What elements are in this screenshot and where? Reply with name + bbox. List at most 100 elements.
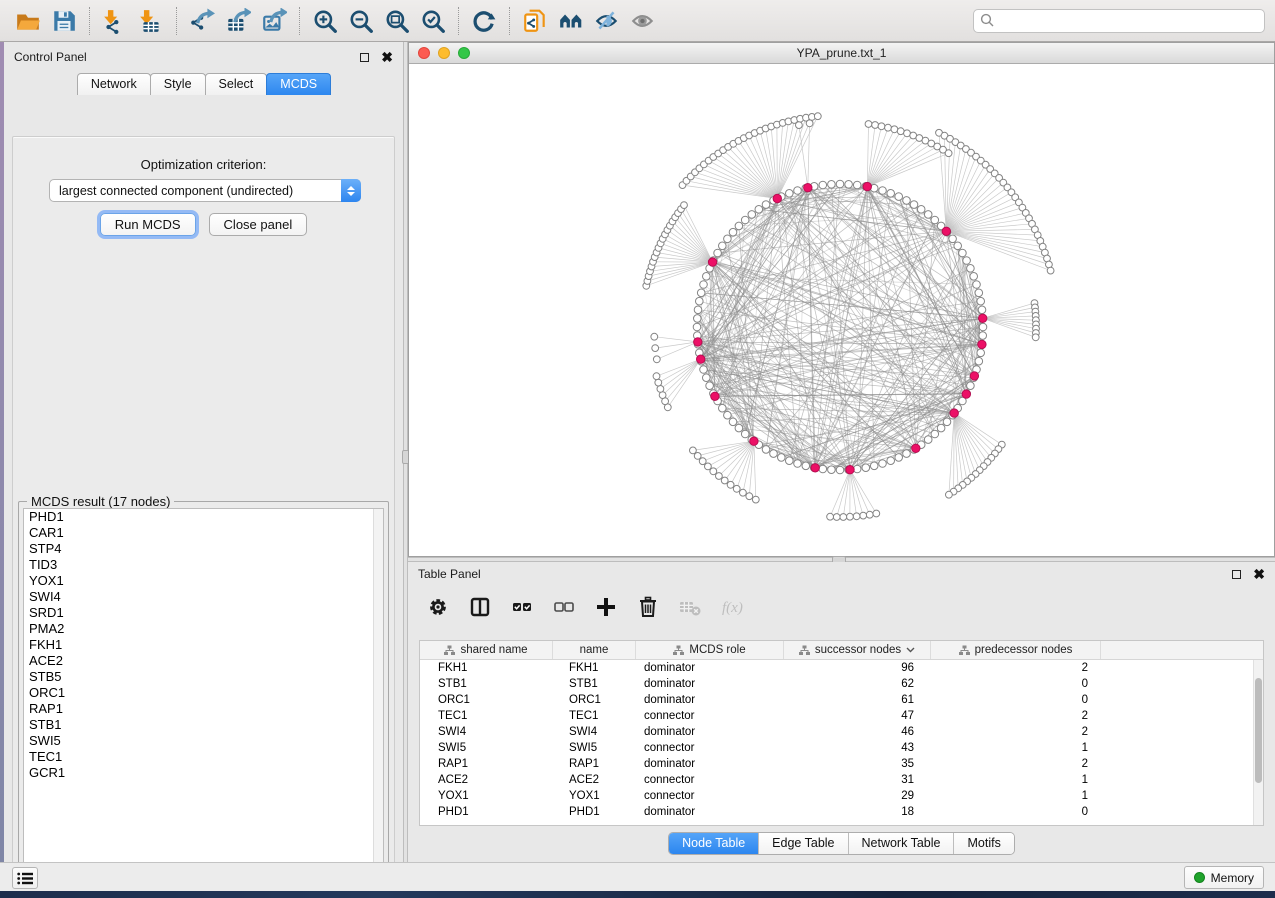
graph-dominator-node[interactable] bbox=[697, 355, 705, 363]
mcds-result-item[interactable]: STB1 bbox=[24, 717, 383, 733]
graph-dominator-node[interactable] bbox=[863, 182, 871, 190]
mcds-result-item[interactable]: STB5 bbox=[24, 669, 383, 685]
graph-node[interactable] bbox=[694, 306, 702, 314]
graph-node[interactable] bbox=[879, 187, 887, 195]
graph-node[interactable] bbox=[887, 190, 895, 198]
graph-node[interactable] bbox=[778, 454, 786, 462]
graph-node[interactable] bbox=[860, 512, 867, 519]
graph-dominator-node[interactable] bbox=[804, 184, 812, 192]
graph-node[interactable] bbox=[967, 265, 975, 273]
graph-node[interactable] bbox=[878, 123, 885, 130]
mcds-result-item[interactable]: SRD1 bbox=[24, 605, 383, 621]
table-row[interactable]: TEC1TEC1connector472 bbox=[420, 708, 1263, 724]
select-all-icon[interactable] bbox=[506, 592, 538, 622]
table-row[interactable]: PHD1PHD1dominator180 bbox=[420, 804, 1263, 820]
graph-node[interactable] bbox=[651, 333, 658, 340]
column-header-shared-name[interactable]: shared name bbox=[420, 641, 553, 659]
graph-node[interactable] bbox=[700, 366, 708, 374]
mcds-result-item[interactable]: GCR1 bbox=[24, 765, 383, 781]
column-header-successor-nodes[interactable]: successor nodes bbox=[784, 641, 931, 659]
graph-node[interactable] bbox=[724, 411, 732, 419]
tab-motifs[interactable]: Motifs bbox=[954, 833, 1013, 854]
graph-node[interactable] bbox=[755, 206, 763, 214]
graph-node[interactable] bbox=[931, 430, 939, 438]
table-row[interactable]: SWI5SWI5connector431 bbox=[420, 740, 1263, 756]
mcds-result-item[interactable]: TID3 bbox=[24, 557, 383, 573]
graph-node[interactable] bbox=[741, 216, 749, 224]
graph-dominator-node[interactable] bbox=[811, 464, 819, 472]
export-image-icon[interactable] bbox=[256, 4, 292, 38]
graph-node[interactable] bbox=[872, 122, 879, 129]
zoom-fit-icon[interactable] bbox=[379, 4, 415, 38]
graph-node[interactable] bbox=[752, 496, 759, 503]
graph-node[interactable] bbox=[924, 211, 932, 219]
graph-node[interactable] bbox=[703, 273, 711, 281]
graph-node[interactable] bbox=[887, 457, 895, 465]
mcds-result-item[interactable]: YOX1 bbox=[24, 573, 383, 589]
graph-node[interactable] bbox=[836, 180, 844, 188]
import-network-icon[interactable] bbox=[97, 4, 133, 38]
graph-node[interactable] bbox=[917, 206, 925, 214]
graph-dominator-node[interactable] bbox=[750, 437, 758, 445]
graph-node[interactable] bbox=[796, 122, 803, 129]
graph-node[interactable] bbox=[978, 306, 986, 314]
graph-node[interactable] bbox=[967, 382, 975, 390]
graph-dominator-node[interactable] bbox=[912, 444, 920, 452]
graph-node[interactable] bbox=[729, 228, 737, 236]
graph-node[interactable] bbox=[819, 181, 827, 189]
show-all-icon[interactable] bbox=[625, 4, 661, 38]
graph-node[interactable] bbox=[853, 181, 861, 189]
graph-node[interactable] bbox=[973, 281, 981, 289]
graph-node[interactable] bbox=[770, 450, 778, 458]
table-close-panel-icon[interactable]: ✖ bbox=[1253, 570, 1265, 579]
graph-node[interactable] bbox=[729, 418, 737, 426]
graph-node[interactable] bbox=[724, 235, 732, 243]
deselect-all-icon[interactable] bbox=[548, 592, 580, 622]
graph-node[interactable] bbox=[853, 513, 860, 520]
graph-dominator-node[interactable] bbox=[950, 409, 958, 417]
mcds-result-item[interactable]: ORC1 bbox=[24, 685, 383, 701]
graph-node[interactable] bbox=[943, 418, 951, 426]
float-window-icon[interactable] bbox=[360, 53, 369, 62]
mcds-result-item[interactable]: SWI5 bbox=[24, 733, 383, 749]
graph-node[interactable] bbox=[706, 382, 714, 390]
graph-node[interactable] bbox=[975, 289, 983, 297]
tab-node-table[interactable]: Node Table bbox=[669, 833, 759, 854]
graph-node[interactable] bbox=[748, 211, 756, 219]
graph-node[interactable] bbox=[681, 202, 688, 209]
graph-dominator-node[interactable] bbox=[711, 392, 719, 400]
mcds-result-item[interactable]: PHD1 bbox=[24, 509, 383, 525]
graph-node[interactable] bbox=[802, 462, 810, 470]
graph-node[interactable] bbox=[910, 201, 918, 209]
tab-network-table[interactable]: Network Table bbox=[849, 833, 955, 854]
zoom-selected-icon[interactable] bbox=[415, 4, 451, 38]
table-scrollbar-thumb[interactable] bbox=[1255, 678, 1262, 783]
table-options-icon[interactable] bbox=[422, 592, 454, 622]
graph-dominator-node[interactable] bbox=[773, 194, 781, 202]
mcds-result-item[interactable]: PMA2 bbox=[24, 621, 383, 637]
graph-node[interactable] bbox=[865, 121, 872, 128]
hide-selected-icon[interactable] bbox=[589, 4, 625, 38]
apply-layout-icon[interactable] bbox=[466, 4, 502, 38]
graph-node[interactable] bbox=[690, 447, 697, 454]
show-columns-icon[interactable] bbox=[464, 592, 496, 622]
tab-mcds[interactable]: MCDS bbox=[266, 73, 331, 95]
save-session-icon[interactable] bbox=[46, 4, 82, 38]
graph-node[interactable] bbox=[891, 126, 898, 133]
network-window-titlebar[interactable]: YPA_prune.txt_1 bbox=[409, 43, 1274, 64]
run-mcds-button[interactable]: Run MCDS bbox=[100, 213, 196, 236]
mcds-result-item[interactable]: RAP1 bbox=[24, 701, 383, 717]
graph-node[interactable] bbox=[786, 457, 794, 465]
graph-node[interactable] bbox=[703, 374, 711, 382]
task-history-button[interactable] bbox=[12, 867, 38, 889]
graph-node[interactable] bbox=[975, 357, 983, 365]
graph-node[interactable] bbox=[833, 514, 840, 521]
graph-node[interactable] bbox=[931, 216, 939, 224]
mcds-result-item[interactable]: SWI4 bbox=[24, 589, 383, 605]
graph-node[interactable] bbox=[946, 491, 953, 498]
graph-node[interactable] bbox=[885, 124, 892, 131]
graph-node[interactable] bbox=[710, 468, 717, 475]
graph-node[interactable] bbox=[949, 235, 957, 243]
graph-node[interactable] bbox=[828, 466, 836, 474]
graph-node[interactable] bbox=[735, 222, 743, 230]
